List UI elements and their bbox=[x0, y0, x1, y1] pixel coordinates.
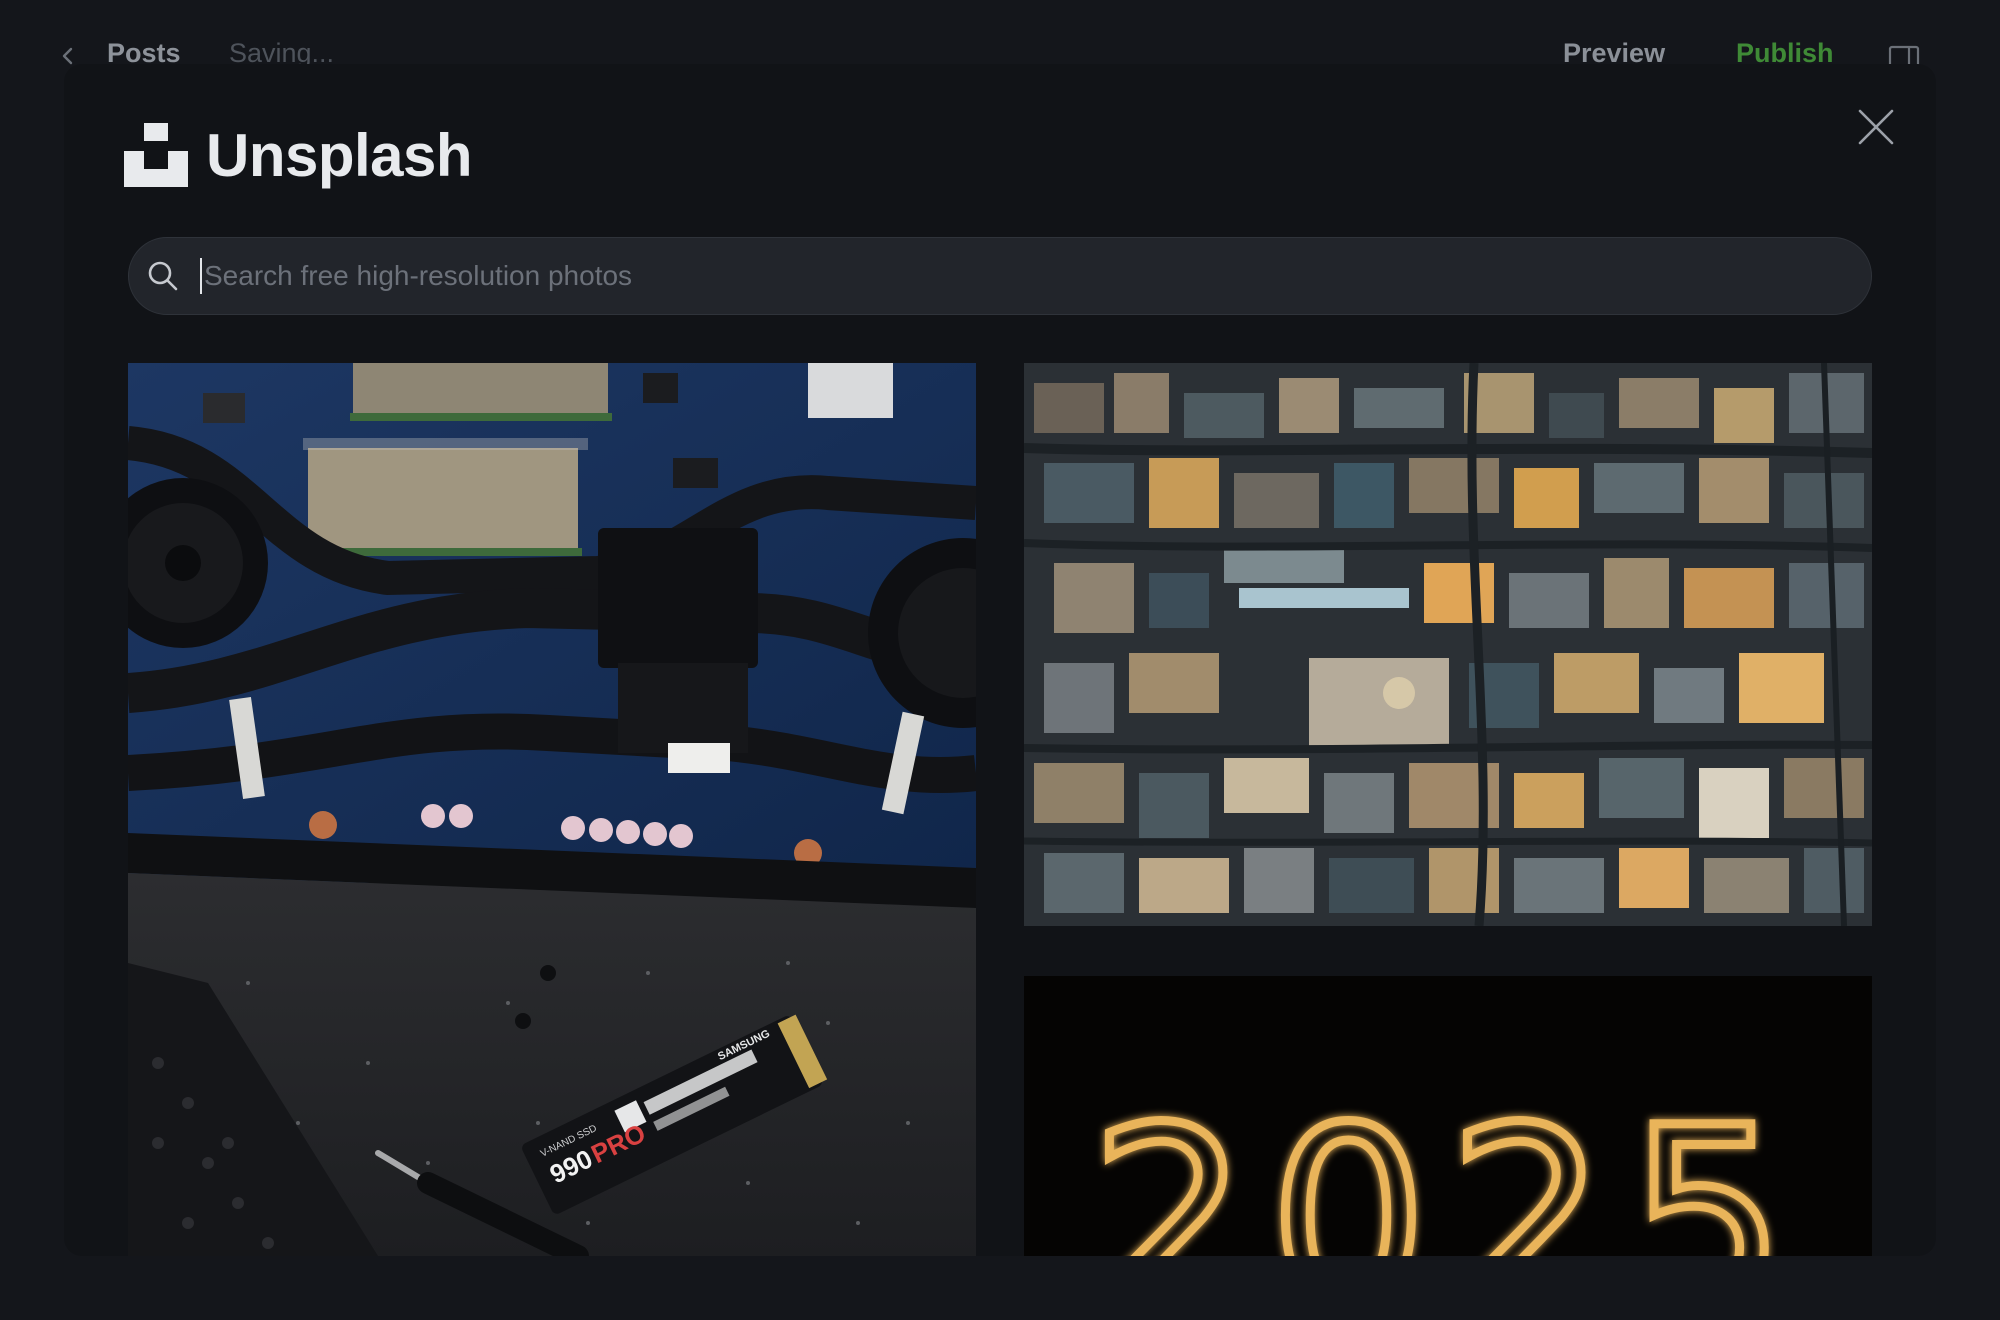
unsplash-modal: Unsplash Search free high-resolution pho… bbox=[64, 64, 1936, 1256]
sparkler-text: 2025 bbox=[1090, 1074, 1806, 1256]
photo-laptop-internals[interactable]: SAMSUNG V-NAND SSD 990 PRO bbox=[128, 363, 976, 1256]
brand-name: Unsplash bbox=[206, 121, 473, 189]
photo-aerial-city[interactable] bbox=[1024, 363, 1872, 926]
close-icon[interactable] bbox=[1851, 102, 1901, 152]
search-input[interactable] bbox=[200, 258, 1871, 294]
unsplash-logo-icon bbox=[124, 123, 188, 187]
unsplash-brand: Unsplash bbox=[124, 119, 473, 191]
photo-sparkler-2025[interactable]: 2025 bbox=[1024, 976, 1872, 1256]
search-bar[interactable] bbox=[128, 237, 1872, 315]
search-icon bbox=[148, 261, 178, 291]
